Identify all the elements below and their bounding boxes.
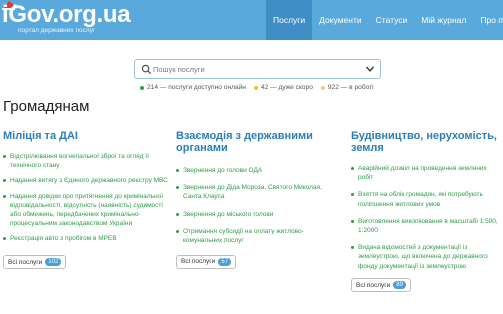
service-link[interactable]: Виготовлення викопіювання в масштабі 1:5… (351, 217, 501, 235)
status-dot-beige (320, 85, 325, 90)
service-stats: 214 — послуги доступно онлайн 42 — дуже … (140, 84, 382, 91)
service-link[interactable]: Отримання субсидії на оплату житлово-ком… (176, 227, 336, 245)
all-services-button[interactable]: Всі послуги 102 (3, 255, 67, 270)
bullet-icon (3, 194, 6, 198)
main-nav: Послуги Документи Статуси Мій журнал Про… (266, 0, 503, 40)
stat-in-progress-text: 922 — в роботі (327, 84, 374, 91)
bullet-icon (351, 219, 354, 223)
search-input[interactable] (153, 61, 353, 77)
service-link[interactable]: Відстрілювання вогнепальної зброї та огл… (3, 152, 168, 170)
category-police: Міліція та ДАІ Відстрілювання вогнепальн… (3, 130, 168, 270)
nav-item-statuses[interactable]: Статуси (369, 0, 415, 40)
search-box (134, 59, 381, 79)
service-count-badge: 57 (218, 257, 231, 266)
service-link[interactable]: Взяття на облік громадян, які потребують… (351, 190, 501, 208)
service-link[interactable]: Звернення до голови ОДА (176, 166, 336, 175)
service-list: Аварійний дозвіл на проведення земляних … (351, 164, 501, 271)
service-link[interactable]: Надання довідки про притягнення до кримі… (3, 192, 168, 229)
all-services-button[interactable]: Всі послуги 57 (176, 254, 236, 269)
bullet-icon (351, 193, 354, 197)
stat-soon: 42 — дуже скоро (253, 84, 313, 91)
service-link[interactable]: Надання витягу з Єдиного державного реєс… (3, 176, 168, 185)
nav-item-journal[interactable]: Мій журнал (414, 0, 473, 40)
top-header: iGov.org.ua портал державних послуг Посл… (0, 0, 503, 40)
all-services-label: Всі послуги (8, 258, 43, 266)
all-services-label: Всі послуги (181, 258, 216, 266)
nav-item-services[interactable]: Послуги (266, 0, 313, 40)
category-title[interactable]: Міліція та ДАІ (3, 130, 168, 142)
search-icon (141, 64, 152, 75)
service-link[interactable]: Реєстрація авто з пробігом в МРЕВ (3, 234, 168, 243)
all-services-button[interactable]: Всі послуги 89 (351, 278, 411, 293)
bullet-icon (176, 229, 179, 233)
page-title: Громадянам (3, 98, 90, 115)
service-link[interactable]: Аварійний дозвіл на проведення земляних … (351, 164, 501, 182)
bullet-icon (3, 237, 6, 241)
bullet-icon (176, 212, 179, 216)
stat-in-progress: 922 — в роботі (320, 84, 374, 91)
service-list: Звернення до голови ОДА Звернення до Дід… (176, 166, 336, 245)
nav-item-about[interactable]: Про портал (473, 0, 503, 40)
bullet-icon (351, 167, 354, 170)
bullet-icon (351, 246, 354, 250)
status-dot-green (140, 85, 144, 90)
category-title[interactable]: Будівництво, нерухомість, земля (351, 130, 501, 154)
category-construction: Будівництво, нерухомість, земля Аварійни… (351, 130, 501, 293)
service-count-badge: 89 (393, 281, 406, 290)
service-link[interactable]: Звернення до міського голови (176, 210, 336, 219)
service-link[interactable]: Видача відомостей з документації із земл… (351, 243, 501, 271)
bullet-icon (3, 155, 6, 158)
bullet-icon (3, 179, 6, 183)
nav-item-documents[interactable]: Документи (312, 0, 368, 40)
service-link[interactable]: Звернення до Діда Мороза, Святого Микола… (176, 183, 336, 201)
category-government: Взаємодія з державними органами Зверненн… (176, 130, 336, 269)
stat-online: 214 — послуги доступно онлайн (140, 84, 246, 91)
service-list: Відстрілювання вогнепальної зброї та огл… (3, 152, 168, 244)
stat-online-text: 214 — послуги доступно онлайн (147, 84, 246, 91)
category-title[interactable]: Взаємодія з державними органами (176, 130, 336, 154)
chevron-down-icon[interactable] (366, 66, 374, 72)
site-logo[interactable]: iGov.org.ua (2, 1, 131, 29)
bullet-icon (176, 186, 179, 190)
service-count-badge: 102 (45, 258, 62, 267)
bullet-icon (176, 169, 179, 172)
status-dot-yellow (253, 85, 258, 90)
stat-soon-text: 42 — дуже скоро (260, 84, 313, 91)
site-tagline: портал державних послуг (18, 27, 96, 34)
all-services-label: Всі послуги (356, 281, 391, 289)
